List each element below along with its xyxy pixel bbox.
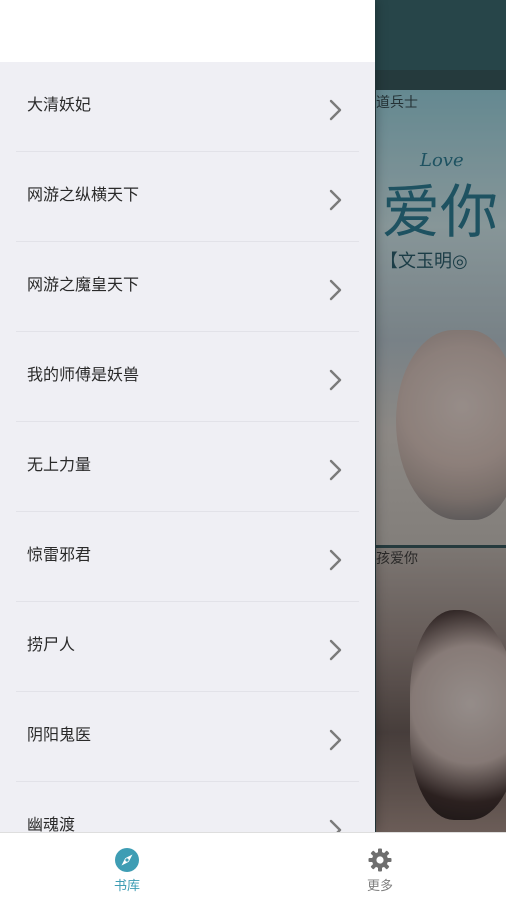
chevron-right-icon bbox=[329, 819, 343, 832]
side-drawer: 大清妖妃 网游之纵横天下 网游之魔皇天下 我的师傅是妖兽 无上力量 惊雷邪君 捞… bbox=[0, 0, 375, 832]
list-item[interactable]: 我的师傅是妖兽 bbox=[0, 332, 375, 422]
list-item[interactable]: 网游之纵横天下 bbox=[0, 152, 375, 242]
list-item[interactable]: 幽魂渡 bbox=[0, 782, 375, 832]
list-item[interactable]: 惊雷邪君 bbox=[0, 512, 375, 602]
chevron-right-icon bbox=[329, 189, 343, 211]
list-item-label: 大清妖妃 bbox=[27, 95, 92, 114]
list-item-label: 我的师傅是妖兽 bbox=[27, 365, 140, 384]
chevron-right-icon bbox=[329, 549, 343, 571]
chevron-right-icon bbox=[329, 99, 343, 121]
tab-more[interactable]: 更多 bbox=[310, 833, 450, 901]
list-item-label: 阴阳鬼医 bbox=[27, 725, 92, 744]
list-item[interactable]: 大清妖妃 bbox=[0, 62, 375, 152]
tab-library[interactable]: 书库 bbox=[57, 833, 197, 901]
list-item[interactable]: 网游之魔皇天下 bbox=[0, 242, 375, 332]
chevron-right-icon bbox=[329, 459, 343, 481]
list-item[interactable]: 阴阳鬼医 bbox=[0, 692, 375, 782]
drawer-header bbox=[0, 0, 375, 62]
list-item-label: 网游之魔皇天下 bbox=[27, 275, 140, 294]
list-item[interactable]: 无上力量 bbox=[0, 422, 375, 512]
bottom-tab-bar: 书库 更多 bbox=[0, 832, 506, 901]
drawer-book-list: 大清妖妃 网游之纵横天下 网游之魔皇天下 我的师傅是妖兽 无上力量 惊雷邪君 捞… bbox=[0, 62, 375, 832]
list-item[interactable]: 捞尸人 bbox=[0, 602, 375, 692]
chevron-right-icon bbox=[329, 639, 343, 661]
list-item-label: 幽魂渡 bbox=[27, 815, 76, 832]
chevron-right-icon bbox=[329, 279, 343, 301]
gear-icon bbox=[367, 847, 393, 873]
tab-label: 书库 bbox=[113, 879, 140, 894]
list-item-label: 无上力量 bbox=[27, 455, 92, 474]
list-item-label: 网游之纵横天下 bbox=[27, 185, 140, 204]
chevron-right-icon bbox=[329, 729, 343, 751]
list-item-label: 捞尸人 bbox=[27, 635, 76, 654]
chevron-right-icon bbox=[329, 369, 343, 391]
tab-label: 更多 bbox=[366, 879, 393, 894]
compass-icon bbox=[114, 847, 140, 873]
list-item-label: 惊雷邪君 bbox=[27, 545, 92, 564]
